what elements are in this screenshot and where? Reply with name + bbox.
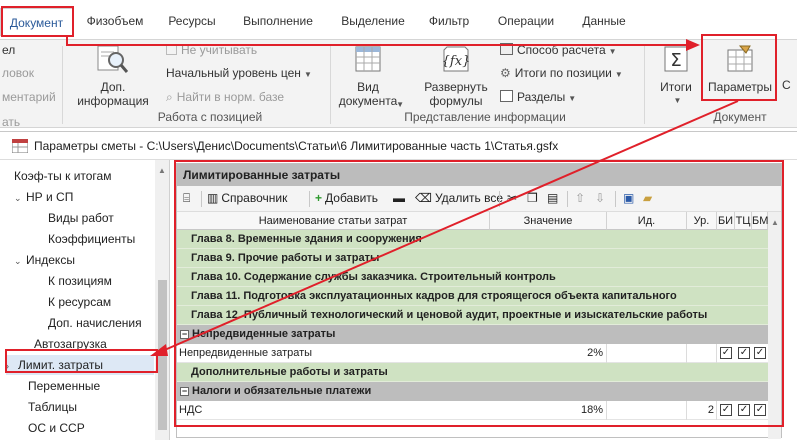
- highlight-limit-tree-item: [5, 349, 158, 373]
- highlight-limited-costs-panel: [174, 160, 784, 427]
